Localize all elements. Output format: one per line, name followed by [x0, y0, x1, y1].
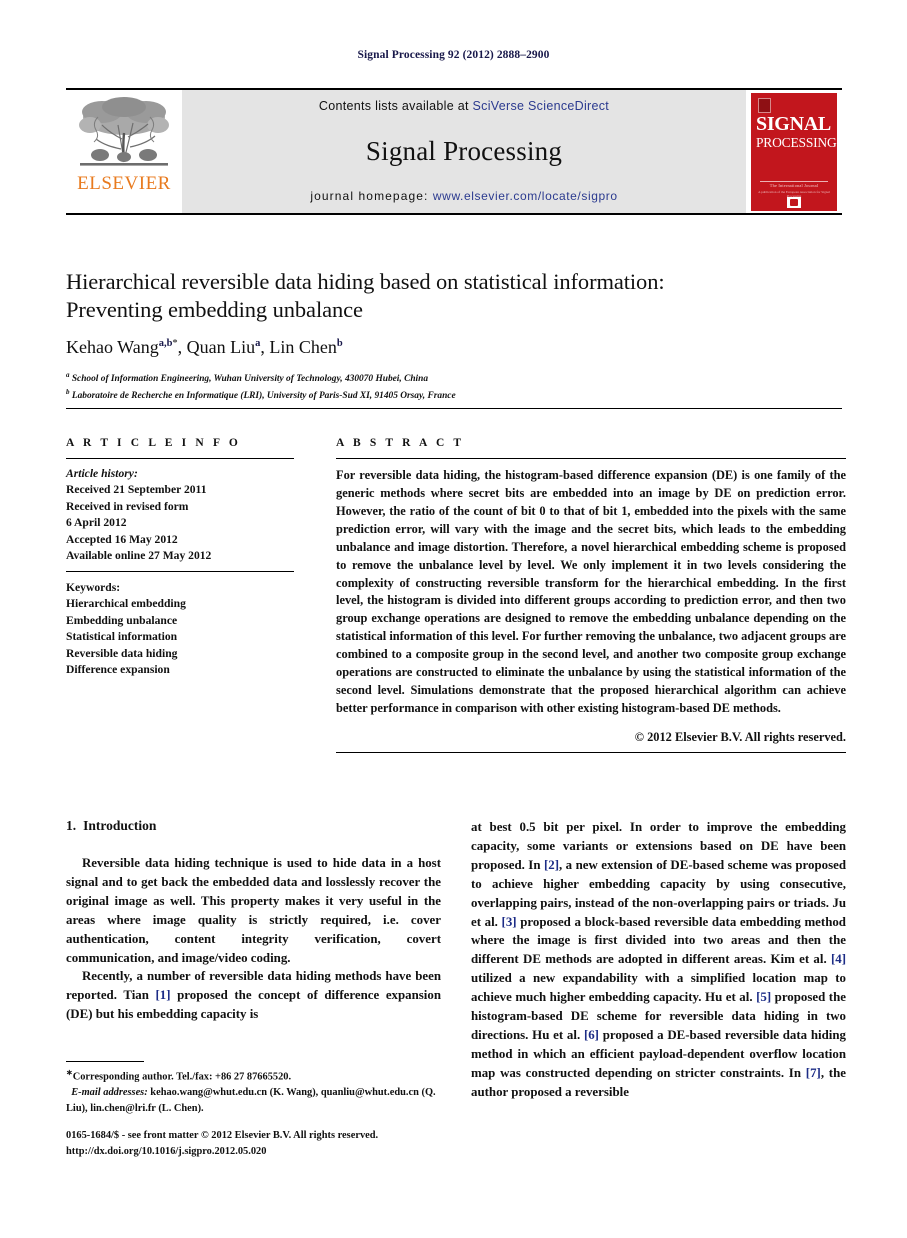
contents-list-line: Contents lists available at SciVerse Sci…: [319, 99, 609, 113]
intro-paragraph-1: Reversible data hiding technique is used…: [66, 856, 441, 965]
cover-divider: [760, 180, 828, 182]
affiliation-b-marker: b: [66, 388, 70, 397]
divider-under-abstract: [336, 752, 846, 753]
cover-corner-mark: [758, 97, 771, 113]
abstract-heading: A B S T R A C T: [336, 437, 465, 449]
doi-line[interactable]: http://dx.doi.org/10.1016/j.sigpro.2012.…: [66, 1144, 466, 1160]
keyword-item: Hierarchical embedding: [66, 597, 186, 611]
issn-line: 0165-1684/$ - see front matter © 2012 El…: [66, 1130, 379, 1141]
cover-art: SIGNAL PROCESSING The International Jour…: [751, 92, 837, 211]
author-sep-1: ,: [177, 337, 187, 357]
masthead-center: Contents lists available at SciVerse Sci…: [182, 90, 746, 213]
contents-prefix: Contents lists available at: [318, 99, 469, 113]
homepage-link[interactable]: www.elsevier.com/locate/sigpro: [433, 189, 618, 203]
abstract-column: A B S T R A C T For reversible data hidi…: [336, 437, 846, 745]
elsevier-wordmark: ELSEVIER: [77, 173, 171, 194]
keyword-item: Statistical information: [66, 630, 178, 644]
article-info-column: A R T I C L E I N F O Article history: R…: [66, 437, 294, 678]
citation-1[interactable]: [1]: [156, 988, 171, 1002]
journal-cover-thumbnail: SIGNAL PROCESSING The International Jour…: [746, 90, 842, 213]
author-3: Lin Chenb: [269, 337, 343, 357]
author-3-affiliation-marker: b: [336, 338, 343, 349]
elsevier-logo: ELSEVIER: [66, 90, 182, 213]
keywords-label: Keywords:: [66, 580, 121, 594]
intro-paragraph-continued: at best 0.5 bit per pixel. In order to i…: [471, 820, 847, 1099]
author-1-affiliation-marker: a,b*: [158, 338, 178, 349]
keyword-item: Embedding unbalance: [66, 613, 178, 627]
running-head: Signal Processing 92 (2012) 2888–2900: [357, 49, 550, 61]
footnote-marker: ∗: [66, 1068, 73, 1077]
footnote-block: ∗Corresponding author. Tel./fax: +86 27 …: [66, 1067, 446, 1117]
history-item: Available online 27 May 2012: [66, 549, 212, 563]
corresponding-author-note: ∗Corresponding author. Tel./fax: +86 27 …: [66, 1068, 292, 1083]
journal-title: Signal Processing: [365, 135, 563, 166]
article-history: Article history: Received 21 September 2…: [66, 459, 294, 565]
citation-2[interactable]: [2]: [544, 858, 559, 872]
cover-title-line2: PROCESSING: [756, 134, 837, 150]
body-column-left: 1. Introduction Reversible data hiding te…: [66, 818, 441, 1024]
journal-homepage-line: journal homepage: www.elsevier.com/locat…: [310, 189, 617, 203]
elsevier-tree-icon: [79, 97, 169, 166]
section-title: Introduction: [83, 818, 157, 833]
history-item: Received in revised form: [66, 499, 189, 513]
citation-6[interactable]: [6]: [584, 1028, 599, 1042]
citation-5[interactable]: [5]: [756, 990, 771, 1004]
history-item: Received 21 September 2011: [66, 483, 207, 497]
citation-4[interactable]: [4]: [831, 952, 846, 966]
intro-paragraph-2: Recently, a number of reversible data hi…: [66, 969, 441, 1022]
sciencedirect-link[interactable]: SciVerse ScienceDirect: [473, 99, 610, 113]
affiliation-a: a School of Information Engineering, Wuh…: [66, 371, 429, 385]
email-note: E-mail addresses: kehao.wang@whut.edu.cn…: [66, 1085, 446, 1117]
section-number: 1.: [66, 818, 77, 833]
email-label: E-mail addresses:: [71, 1087, 148, 1099]
journal-masthead: ELSEVIER Contents lists available at Sci…: [66, 88, 842, 215]
cover-tagline: The International Journal: [769, 182, 819, 188]
article-info-heading: A R T I C L E I N F O: [66, 437, 241, 449]
keyword-item: Reversible data hiding: [66, 646, 178, 660]
divider-under-authors: [66, 408, 842, 409]
section-heading-introduction: 1. Introduction: [66, 818, 441, 834]
paper-title-line2: Preventing embedding unbalance: [66, 296, 363, 322]
homepage-prefix: journal homepage:: [310, 189, 429, 203]
issn-footer: 0165-1684/$ - see front matter © 2012 El…: [66, 1128, 466, 1159]
citation-3[interactable]: [3]: [502, 915, 517, 929]
cover-title-line1: SIGNAL: [756, 112, 831, 135]
history-item: Accepted 16 May 2012: [66, 532, 178, 546]
keywords-block: Keywords: Hierarchical embedding Embeddi…: [66, 572, 294, 679]
cover-publisher-icon: [787, 196, 801, 208]
paper-title: Hierarchical reversible data hiding base…: [66, 268, 846, 324]
paper-page: Signal Processing 92 (2012) 2888–2900 EL…: [0, 0, 907, 1238]
abstract-text: For reversible data hiding, the histogra…: [336, 468, 846, 715]
affiliation-list: a School of Information Engineering, Wuh…: [66, 370, 846, 405]
author-1: Kehao Wanga,b*: [66, 337, 178, 357]
citation-7[interactable]: [7]: [806, 1066, 821, 1080]
author-2: Quan Liua: [186, 337, 261, 357]
affiliation-a-marker: a: [66, 371, 70, 379]
article-history-label: Article history:: [66, 467, 138, 480]
footnote-divider: [66, 1061, 144, 1063]
affiliation-b: b Laboratoire de Recherche en Informatiq…: [66, 388, 456, 402]
body-column-right: at best 0.5 bit per pixel. In order to i…: [471, 818, 846, 1102]
author-list: Kehao Wanga,b*, Quan Liua, Lin Chenb: [66, 337, 846, 358]
history-item: 6 April 2012: [66, 516, 127, 530]
paper-title-line1: Hierarchical reversible data hiding base…: [66, 269, 665, 294]
keyword-item: Difference expansion: [66, 662, 170, 676]
abstract-copyright: © 2012 Elsevier B.V. All rights reserved…: [634, 729, 846, 744]
